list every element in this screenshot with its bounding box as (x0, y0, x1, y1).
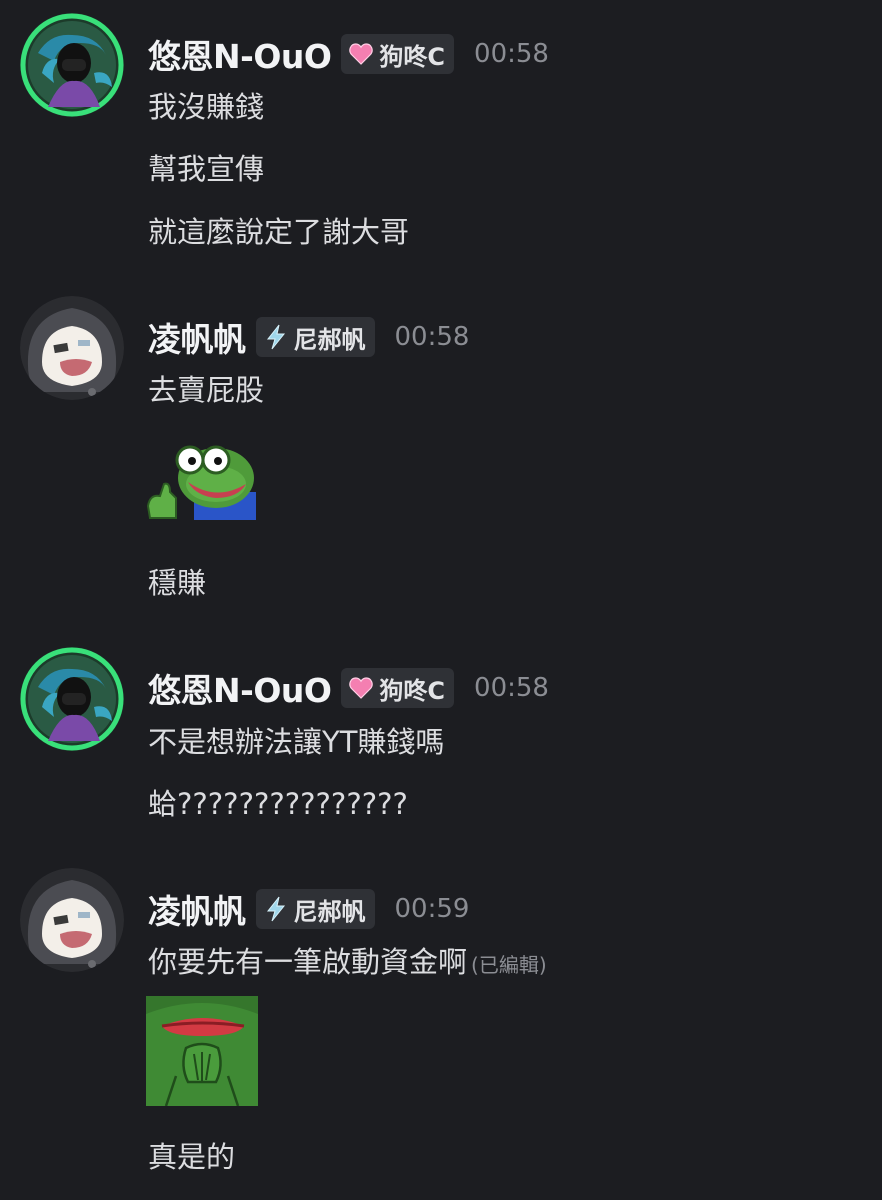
avatar[interactable] (20, 868, 124, 972)
avatar-image (20, 296, 124, 400)
role-tag-label: 狗咚C (379, 42, 446, 71)
role-tag[interactable]: 狗咚C (341, 668, 455, 708)
message-text: 不是想辦法讓YT賺錢嗎 (148, 725, 445, 759)
pepe-hands-together-sticker[interactable] (146, 996, 258, 1107)
role-tag[interactable]: 狗咚C (341, 34, 455, 74)
message-header: 凌帆帆 尼郝帆 00:58 (148, 312, 469, 362)
message-text: 真是的 (148, 1140, 236, 1174)
edited-label: (已編輯) (471, 953, 547, 977)
timestamp: 00:58 (394, 322, 470, 352)
message-text: 穩賺 (148, 566, 207, 600)
role-tag-label: 尼郝帆 (293, 897, 366, 926)
heart-icon (347, 674, 375, 702)
role-tag[interactable]: 尼郝帆 (255, 317, 375, 357)
timestamp: 00:59 (394, 894, 470, 924)
avatar[interactable] (20, 647, 124, 751)
lightning-bolt-icon (262, 323, 290, 351)
message-text: 你要先有一筆啟動資金啊 (已編輯) (148, 942, 547, 985)
message-text-content: 你要先有一筆啟動資金啊 (148, 945, 468, 979)
message-text: 幫我宣傳 (148, 152, 265, 186)
message-text: 就這麼說定了謝大哥 (148, 215, 410, 249)
pepe-thumbs-up-sticker[interactable] (146, 436, 258, 520)
message-header: 凌帆帆 尼郝帆 00:59 (148, 884, 469, 934)
message-header: 悠恩N-OuO 狗咚C 00:58 (148, 663, 549, 713)
heart-icon (347, 40, 375, 68)
message-text: 去賣屁股 (148, 373, 265, 407)
timestamp: 00:58 (474, 39, 549, 69)
role-tag[interactable]: 尼郝帆 (255, 889, 375, 929)
avatar[interactable] (20, 13, 124, 117)
message-header: 悠恩N-OuO 狗咚C 00:58 (148, 29, 549, 79)
avatar-image (20, 647, 124, 751)
role-tag-label: 尼郝帆 (293, 325, 366, 354)
username[interactable]: 悠恩N-OuO (148, 664, 332, 712)
username[interactable]: 悠恩N-OuO (148, 30, 332, 78)
message-text: 我沒賺錢 (148, 90, 265, 124)
avatar[interactable] (20, 296, 124, 400)
username[interactable]: 凌帆帆 (148, 885, 246, 933)
avatar-image (20, 868, 124, 972)
username[interactable]: 凌帆帆 (148, 313, 246, 361)
lightning-bolt-icon (262, 895, 290, 923)
avatar-image (20, 13, 124, 117)
timestamp: 00:58 (474, 673, 549, 703)
role-tag-label: 狗咚C (379, 676, 446, 705)
message-text: 蛤??????????????? (148, 787, 408, 821)
